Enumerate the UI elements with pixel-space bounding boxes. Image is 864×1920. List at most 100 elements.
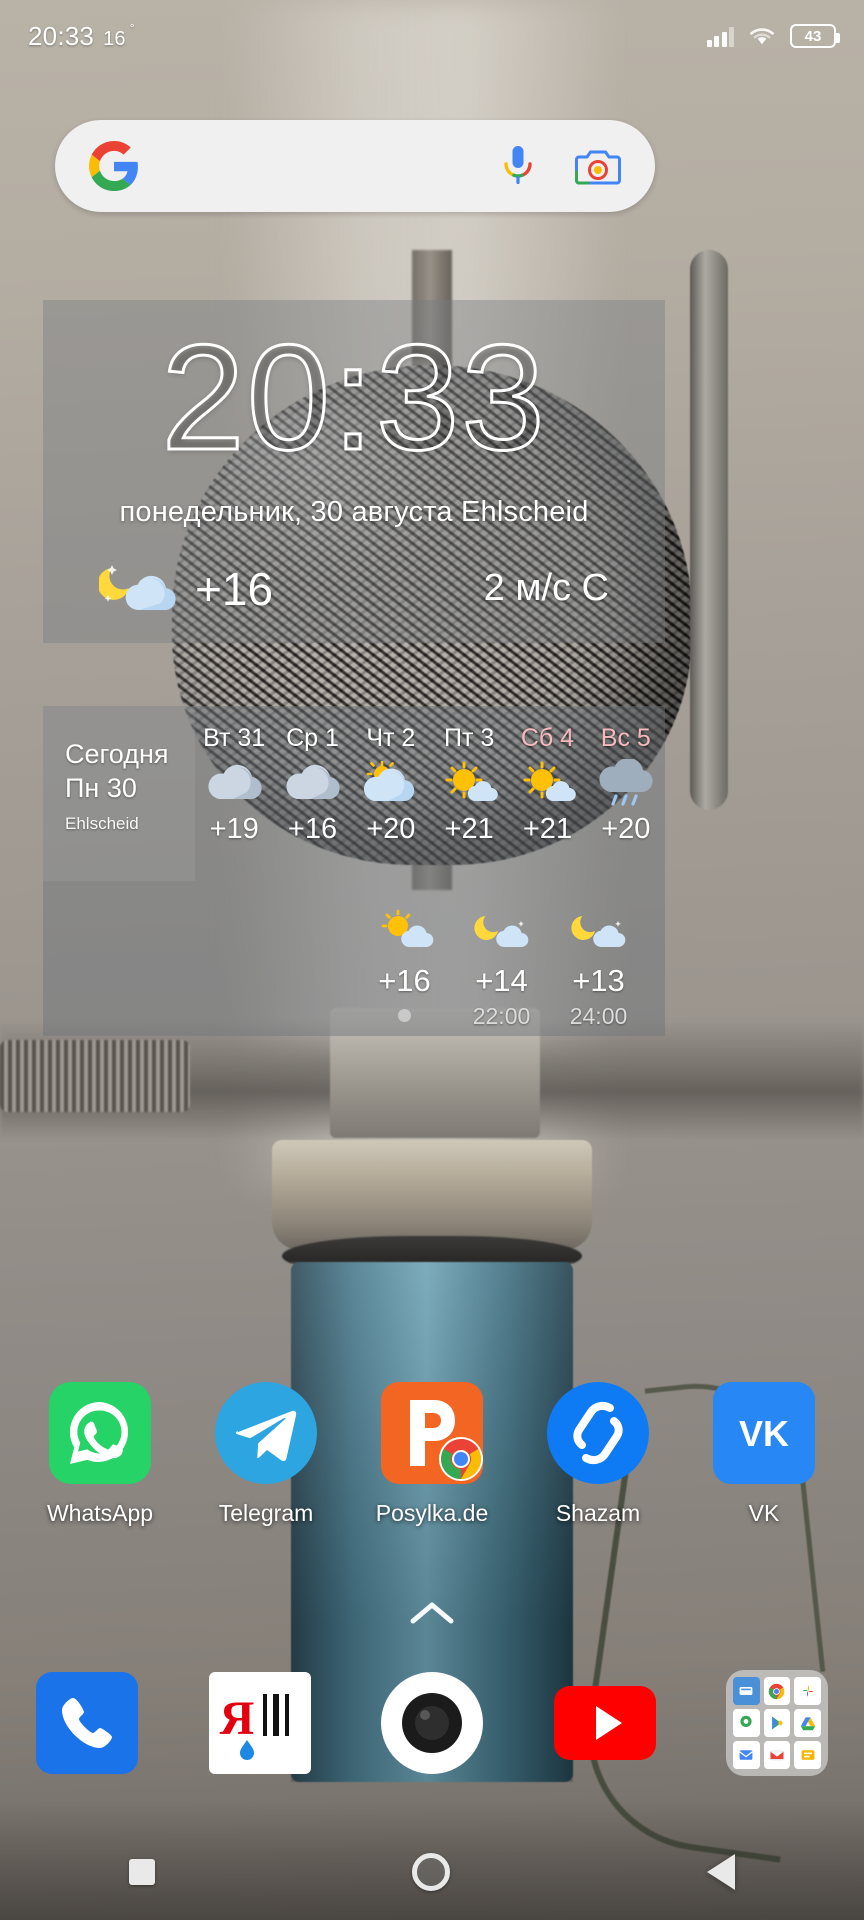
forecast-day[interactable]: Вт 31 +19 <box>195 706 273 881</box>
app-whatsapp[interactable]: WhatsApp <box>36 1382 164 1527</box>
forecast-day-temp: +16 <box>287 813 338 845</box>
clock-temperature: +16 <box>195 562 274 615</box>
status-bar: 20:33 16 ° 43 <box>0 0 864 72</box>
forecast-hour-temp: +14 <box>475 963 528 998</box>
sun-small-cloud-icon <box>374 905 436 957</box>
folder-app-9 <box>794 1741 821 1769</box>
forecast-location: Ehlscheid <box>65 813 139 833</box>
forecast-day[interactable]: Сб 4 +21 <box>508 706 586 881</box>
cellular-signal-icon <box>706 25 734 47</box>
app-label: Posylka.de <box>375 1500 489 1526</box>
clock-condition: +16 <box>97 555 274 622</box>
status-bar-right: 43 <box>706 24 840 48</box>
forecast-hour[interactable]: +14 22:00 <box>453 905 550 1030</box>
youtube-icon[interactable] <box>553 1672 656 1774</box>
forecast-hour-time: 24:00 <box>569 1003 628 1029</box>
forecast-day-temp: +21 <box>444 813 494 845</box>
wifi-icon <box>748 25 776 47</box>
folder-app-photos <box>794 1677 821 1705</box>
forecast-day-temp: +20 <box>366 813 416 845</box>
folder-app-chrome <box>763 1677 791 1705</box>
folder-app-drive <box>794 1709 821 1737</box>
app-folder-icon[interactable] <box>726 1670 828 1776</box>
forecast-day[interactable]: Чт 2 +20 <box>352 706 430 881</box>
shazam-icon[interactable] <box>547 1382 649 1484</box>
status-temperature: 16 ° <box>103 20 135 50</box>
vk-icon[interactable]: VK <box>713 1382 815 1484</box>
telegram-icon[interactable] <box>215 1382 317 1484</box>
sun-small-cloud-icon <box>516 757 578 809</box>
chevron-up-icon[interactable] <box>409 1600 455 1626</box>
microphone-icon[interactable] <box>501 144 535 188</box>
weather-forecast-widget[interactable]: Сегодня Пн 30 Ehlscheid Вт 31 +19 Ср 1 +… <box>43 706 665 1036</box>
battery-icon: 43 <box>790 24 840 48</box>
svg-text:Я: Я <box>219 1692 254 1745</box>
battery-level: 43 <box>804 27 822 45</box>
app-label: Telegram <box>218 1500 314 1526</box>
forecast-today-block[interactable]: Сегодня Пн 30 Ehlscheid <box>43 706 195 881</box>
forecast-hour-temp: +13 <box>572 963 625 998</box>
degree-symbol: ° <box>129 20 135 35</box>
navigation-bar <box>0 1824 864 1920</box>
forecast-today-day: Пн 30 <box>65 772 137 803</box>
folder-app-maps <box>733 1709 760 1737</box>
clock-weather-widget[interactable]: 20:33 понедельник, 30 августа Ehlscheid … <box>43 300 665 643</box>
forecast-hour[interactable]: +13 24:00 <box>550 905 647 1030</box>
forecast-day[interactable]: Пт 3 +21 <box>430 706 508 881</box>
yandex-browser-icon[interactable]: Я <box>208 1672 311 1774</box>
forecast-day[interactable]: Ср 1 +16 <box>273 706 351 881</box>
sun-small-cloud-icon <box>438 757 500 809</box>
camera-icon[interactable] <box>381 1672 483 1774</box>
recents-square-icon[interactable] <box>128 1859 155 1885</box>
dock: Я <box>0 1670 864 1776</box>
whatsapp-icon[interactable] <box>49 1382 151 1484</box>
folder-app-1 <box>733 1677 760 1705</box>
forecast-day-label: Сб 4 <box>520 724 575 752</box>
app-posylka-de[interactable]: Posylka.de <box>368 1382 496 1527</box>
clock-time[interactable]: 20:33 <box>160 321 546 474</box>
clock-weather-row: +16 2 м/с С <box>43 555 665 622</box>
app-vk[interactable]: VK VK <box>700 1382 828 1527</box>
clock-date-location[interactable]: понедельник, 30 августа Ehlscheid <box>119 496 588 529</box>
status-bar-left: 20:33 16 ° <box>28 20 135 52</box>
phone-dialer-icon[interactable] <box>36 1672 138 1774</box>
app-label: WhatsApp <box>46 1500 154 1526</box>
moon-cloud-night-icon <box>568 905 630 957</box>
app-shazam[interactable]: Shazam <box>534 1382 662 1527</box>
cloud-icon <box>281 757 343 809</box>
svg-text:VK: VK <box>739 1413 789 1454</box>
forecast-current-dot <box>398 1009 411 1022</box>
forecast-hour-time: 22:00 <box>472 1003 531 1029</box>
forecast-days: Вт 31 +19 Ср 1 +16 Чт 2 +20 Пт 3 +21 Сб … <box>195 706 665 881</box>
clock-wind: 2 м/с С <box>483 567 609 609</box>
folder-app-play-store <box>763 1709 791 1737</box>
app-telegram[interactable]: Telegram <box>202 1382 330 1527</box>
forecast-day-label: Чт 2 <box>366 724 416 752</box>
folder-app-7 <box>733 1741 760 1769</box>
back-triangle-icon[interactable] <box>707 1854 736 1890</box>
forecast-day-label: Пт 3 <box>444 724 495 752</box>
forecast-hour[interactable]: +16 <box>356 905 453 1030</box>
moon-cloud-night-icon <box>97 555 189 622</box>
forecast-today-label: Сегодня <box>65 739 169 769</box>
rain-cloud-icon <box>595 757 657 809</box>
app-grid: WhatsApp Telegram Posylka.de Shazam VK V… <box>0 1382 864 1527</box>
posylka-de-icon[interactable] <box>381 1382 483 1484</box>
google-search-bar[interactable] <box>55 120 655 212</box>
google-lens-camera-icon[interactable] <box>575 145 621 187</box>
moon-cloud-night-icon <box>471 905 533 957</box>
app-label: Shazam <box>555 1500 641 1526</box>
forecast-day-temp: +19 <box>209 813 259 845</box>
forecast-day-temp: +21 <box>522 813 573 845</box>
forecast-day-label: Вс 5 <box>600 724 651 752</box>
status-clock: 20:33 <box>28 20 95 51</box>
forecast-day[interactable]: Вс 5 +20 <box>587 706 665 881</box>
folder-app-gmail <box>763 1741 791 1769</box>
forecast-day-label: Вт 31 <box>203 724 266 752</box>
sun-behind-cloud-icon <box>360 757 422 809</box>
home-circle-icon[interactable] <box>411 1853 450 1891</box>
forecast-hour-temp: +16 <box>378 963 431 998</box>
google-g-logo <box>89 141 139 191</box>
cloud-icon <box>203 757 265 809</box>
forecast-day-temp: +20 <box>601 813 651 845</box>
